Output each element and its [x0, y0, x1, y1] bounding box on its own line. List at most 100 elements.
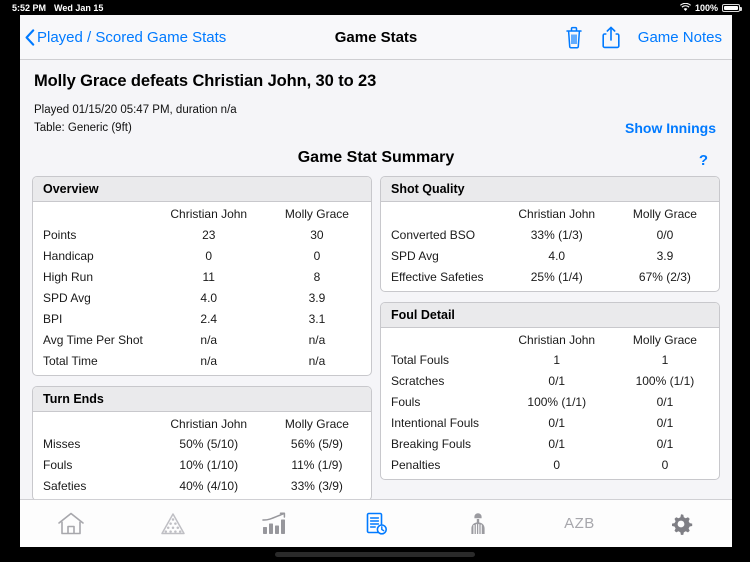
tab-charts[interactable]: [223, 500, 325, 548]
col-header-blank: [381, 328, 503, 350]
status-bar: 5:52 PM Wed Jan 15 100%: [0, 0, 750, 15]
turn-ends-rows: Misses 50% (5/10) 56% (5/9) Fouls 10% (1…: [33, 434, 371, 501]
row-value-p1: 50% (5/10): [179, 437, 239, 451]
col-header-player2: Molly Grace: [632, 207, 697, 221]
row-value-p1: 0: [205, 248, 213, 263]
summary-header-row: Game Stat Summary ?: [20, 146, 732, 176]
tab-settings[interactable]: [630, 500, 732, 548]
row-value-p2: 3.9: [308, 290, 326, 305]
tab-azb[interactable]: AZB: [529, 500, 631, 548]
col-header-player1: Christian John: [518, 207, 596, 221]
col-header-blank: [381, 202, 503, 224]
game-notes-button[interactable]: Game Notes: [638, 29, 722, 46]
row-label: Fouls: [391, 395, 421, 409]
table-info: Table: Generic (9ft): [34, 122, 132, 134]
overview-table: Christian John Molly Grace Points 23 30: [33, 202, 371, 375]
row-value-p1: 10% (1/10): [179, 458, 239, 472]
show-innings-button[interactable]: Show Innings: [625, 120, 716, 136]
table-row: Fouls 100% (1/1) 0/1: [381, 392, 719, 413]
battery-percent: 100%: [694, 2, 718, 13]
row-label: Intentional Fouls: [391, 416, 480, 430]
game-header: Molly Grace defeats Christian John, 30 t…: [20, 60, 732, 138]
row-label: Penalties: [391, 458, 441, 472]
table-header-row: Christian John Molly Grace: [381, 328, 719, 350]
row-label: Handicap: [43, 248, 94, 263]
row-label: Points: [43, 227, 77, 242]
row-value-p2: 56% (5/9): [290, 437, 343, 451]
row-value-p2: 0/0: [656, 227, 674, 242]
chevron-left-icon: [25, 28, 35, 46]
back-button-label: Played / Scored Game Stats: [37, 28, 227, 46]
tab-bar: AZB: [20, 499, 732, 547]
table-row: Breaking Fouls 0/1 0/1: [381, 434, 719, 455]
referee-icon: [464, 511, 492, 537]
tab-home[interactable]: [20, 500, 122, 548]
table-row: Intentional Fouls 0/1 0/1: [381, 413, 719, 434]
match-result-title: Molly Grace defeats Christian John, 30 t…: [34, 72, 377, 90]
navbar-actions: Game Notes: [564, 26, 722, 49]
row-label: Avg Time Per Shot: [43, 332, 143, 347]
row-value-p2: 0: [313, 248, 321, 263]
row-label: Total Fouls: [391, 353, 450, 367]
share-icon[interactable]: [602, 26, 620, 49]
row-value-p2: 0/1: [656, 395, 674, 409]
row-label: Safeties: [43, 479, 87, 493]
row-value-p1: 2.4: [200, 311, 218, 326]
row-value-p1: 100% (1/1): [527, 395, 587, 409]
table-row: Avg Time Per Shot n/a n/a: [33, 329, 371, 350]
table-row: Misses 50% (5/10) 56% (5/9): [33, 434, 371, 455]
tab-referee[interactable]: [427, 500, 529, 548]
tab-ball-rack[interactable]: [122, 500, 224, 548]
table-row: SPD Avg 4.0 3.9: [33, 287, 371, 308]
row-label: Breaking Fouls: [391, 437, 472, 451]
help-button[interactable]: ?: [699, 152, 708, 169]
row-label: Misses: [43, 437, 81, 451]
col-header-player2: Molly Grace: [632, 332, 697, 347]
row-label: BPI: [43, 311, 63, 326]
row-value-p1: 0/1: [548, 374, 566, 388]
row-value-p1: 23: [202, 227, 216, 242]
row-value-p2: 1: [661, 353, 669, 367]
row-value-p1: 33% (1/3): [530, 227, 583, 242]
row-value-p2: 33% (3/9): [290, 479, 343, 493]
status-date: Wed Jan 15: [54, 2, 104, 13]
stats-columns: Overview Christian John Molly Grace Poin: [20, 176, 732, 511]
row-label: Converted BSO: [391, 227, 476, 242]
table-row: Converted BSO 33% (1/3) 0/0: [381, 224, 719, 245]
status-bar-left: 5:52 PM Wed Jan 15: [12, 3, 103, 13]
document-clock-icon: [362, 511, 390, 537]
col-header-blank: [33, 202, 155, 224]
home-icon: [57, 511, 85, 537]
table-header-row: Christian John Molly Grace: [381, 202, 719, 224]
col-header-player2: Molly Grace: [284, 207, 349, 221]
row-value-p1: 0/1: [548, 437, 566, 451]
table-header-row: Christian John Molly Grace: [33, 412, 371, 434]
tab-game-stats[interactable]: [325, 500, 427, 548]
row-label: High Run: [43, 269, 94, 284]
table-row: Penalties 0 0: [381, 455, 719, 480]
panel-shot-quality: Shot Quality Christian John Molly Grace: [380, 176, 720, 292]
overview-rows: Points 23 30 Handicap 0 0 High Run 11 8 …: [33, 224, 371, 375]
trash-icon[interactable]: [564, 26, 584, 49]
panel-turn-ends-title: Turn Ends: [33, 386, 371, 412]
status-time: 5:52 PM: [12, 2, 47, 13]
panel-shot-quality-title: Shot Quality: [381, 177, 719, 202]
back-button[interactable]: Played / Scored Game Stats: [25, 29, 226, 46]
foul-detail-table: Christian John Molly Grace Total Fouls 1…: [381, 328, 719, 480]
row-label: Scratches: [391, 374, 445, 388]
table-row: Scratches 0/1 100% (1/1): [381, 371, 719, 392]
turn-ends-table: Christian John Molly Grace Misses 50% (5…: [33, 412, 371, 501]
row-value-p2: 11% (1/9): [291, 458, 343, 472]
table-header-row: Christian John Molly Grace: [33, 202, 371, 224]
row-value-p2: 30: [310, 227, 324, 242]
row-value-p1: 25% (1/4): [530, 269, 583, 284]
left-column: Overview Christian John Molly Grace Poin: [32, 176, 372, 511]
row-value-p2: 0: [661, 458, 669, 472]
row-value-p1: 4.0: [548, 248, 566, 263]
table-row: Safeties 40% (4/10) 33% (3/9): [33, 476, 371, 501]
row-value-p2: n/a: [308, 353, 326, 368]
gear-icon: [667, 511, 695, 537]
row-label: Fouls: [43, 458, 73, 472]
row-label: Effective Safeties: [391, 269, 484, 284]
table-row: Total Time n/a n/a: [33, 350, 371, 375]
